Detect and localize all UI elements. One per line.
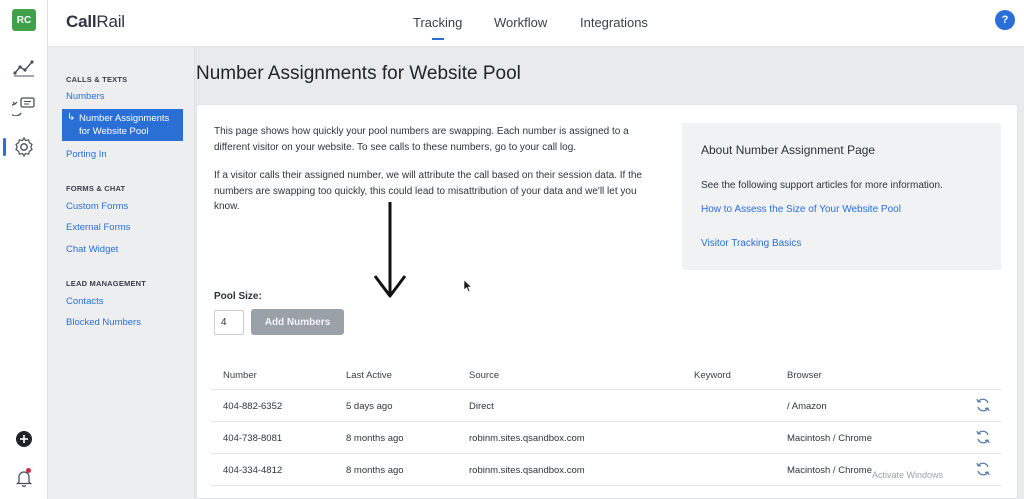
refresh-icon[interactable] [975,397,991,413]
account-avatar[interactable]: RC [12,9,36,31]
cell-browser: / Amazon [787,401,827,412]
settings-gear-icon[interactable] [10,135,38,159]
column-header-last-active[interactable]: Last Active [346,370,392,381]
intro-paragraph-2: If a visitor calls their assigned number… [214,170,642,212]
link-visitor-tracking-basics[interactable]: Visitor Tracking Basics [701,238,801,249]
column-header-number[interactable]: Number [223,370,257,381]
sidebar-item-contacts[interactable]: Contacts [66,296,104,307]
about-title: About Number Assignment Page [701,143,876,157]
sidebar-item-external-forms[interactable]: External Forms [66,222,130,233]
cell-source: robinm.sites.qsandbox.com [469,465,585,476]
cell-source: robinm.sites.qsandbox.com [469,433,585,444]
cell-number: 404-882-6352 [223,401,283,412]
content-card: This page shows how quickly your pool nu… [196,104,1018,499]
cell-number: 404-334-4812 [223,465,283,476]
mouse-cursor-icon [463,279,473,292]
help-icon[interactable]: ? [995,10,1015,30]
table-row: 404-882-6352 5 days ago Direct / Amazon [211,390,1001,422]
cell-last-active: 8 months ago [346,465,404,476]
cell-number: 404-738-8081 [223,433,283,444]
column-header-source[interactable]: Source [469,370,499,381]
activity-chart-icon[interactable] [10,56,38,80]
sidebar-item-chat-widget[interactable]: Chat Widget [66,244,118,255]
sub-item-arrow-icon: ↳ [67,112,76,123]
top-header: CallRail Tracking Workflow Integrations … [48,0,1024,47]
tab-tracking[interactable]: Tracking [413,15,462,30]
cell-source: Direct [469,401,494,412]
sidebar-item-number-assignments[interactable]: ↳ Number Assignments for Website Pool [62,109,183,141]
rail-active-indicator [3,138,6,156]
add-numbers-button[interactable]: Add Numbers [251,309,344,335]
sidebar-item-label: Number Assignments for Website Pool [79,113,170,137]
sidebar-item-porting-in[interactable]: Porting In [66,149,107,160]
section-heading-calls-texts: CALLS & TEXTS [66,75,128,84]
about-panel: About Number Assignment Page See the fol… [682,123,1001,270]
sidebar-item-blocked-numbers[interactable]: Blocked Numbers [66,317,141,328]
page-title: Number Assignments for Website Pool [196,63,521,84]
notification-dot [26,468,31,473]
column-header-browser[interactable]: Browser [787,370,822,381]
about-description: See the following support articles for m… [701,180,943,191]
add-circle-icon[interactable] [10,427,38,451]
table-header: Number Last Active Source Keyword Browse… [211,362,1001,390]
link-assess-pool-size[interactable]: How to Assess the Size of Your Website P… [701,204,901,215]
tab-workflow[interactable]: Workflow [494,15,547,30]
refresh-icon[interactable] [975,461,991,477]
table-row: 404-738-8081 8 months ago robinm.sites.q… [211,422,1001,454]
cell-browser: Macintosh / Chrome [787,433,873,444]
intro-paragraph-1: This page shows how quickly your pool nu… [214,126,629,153]
tab-integrations[interactable]: Integrations [580,15,648,30]
pool-size-label: Pool Size: [214,291,262,302]
annotation-arrow [373,202,407,298]
section-heading-forms-chat: FORMS & CHAT [66,184,126,193]
refresh-icon[interactable] [975,429,991,445]
windows-activation-watermark: Activate Windows [872,470,944,480]
pool-size-input[interactable]: 4 [214,310,244,335]
sidebar-item-numbers[interactable]: Numbers [66,91,105,102]
column-header-keyword[interactable]: Keyword [694,370,731,381]
callrail-logo[interactable]: CallRail [66,12,125,32]
section-heading-lead-management: LEAD MANAGEMENT [66,279,147,288]
cell-last-active: 8 months ago [346,433,404,444]
call-flow-icon[interactable] [10,94,38,118]
app-rail: RC [0,0,48,499]
cell-browser: Macintosh / Chrome [787,465,873,476]
settings-sidebar: CALLS & TEXTS Numbers ↳ Number Assignmen… [48,47,195,499]
sidebar-item-custom-forms[interactable]: Custom Forms [66,201,128,212]
cell-last-active: 5 days ago [346,401,393,412]
notification-bell-icon[interactable] [10,466,38,490]
